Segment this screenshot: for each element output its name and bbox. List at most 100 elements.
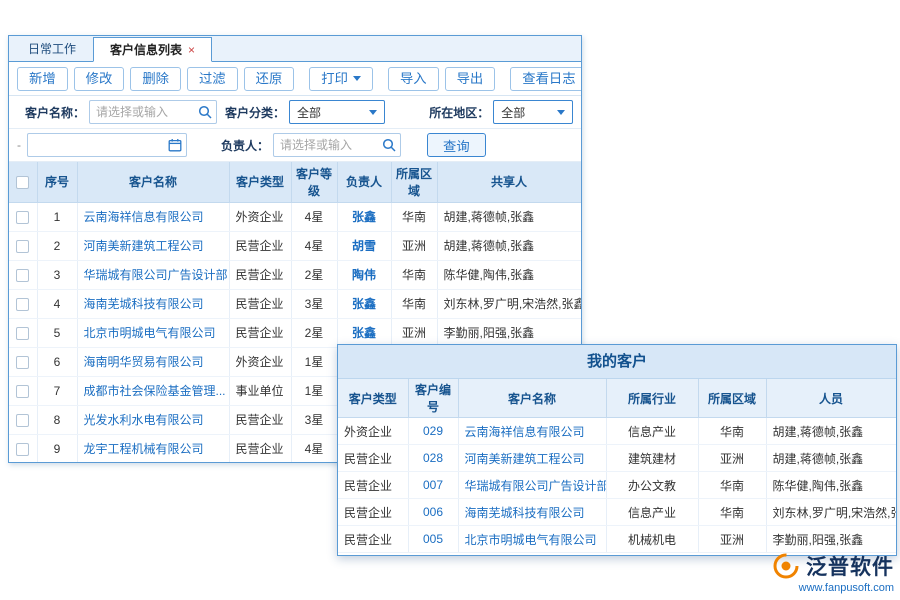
customer-name-link[interactable]: 云南海祥信息有限公司 bbox=[465, 425, 585, 439]
customer-name-link[interactable]: 龙宇工程机械有限公司 bbox=[84, 442, 204, 456]
filter-row-1: 客户名称： 客户分类： 全部 所在地区： 全部 bbox=[9, 96, 581, 129]
row-checkbox[interactable] bbox=[16, 240, 29, 253]
logo-website-link[interactable]: www.fanpusoft.com bbox=[799, 582, 894, 594]
search-icon[interactable] bbox=[198, 105, 212, 119]
customer-name-link[interactable]: 成都市社会保险基金管理... bbox=[84, 384, 226, 398]
print-button[interactable]: 打印 bbox=[309, 67, 373, 91]
restore-button[interactable]: 还原 bbox=[244, 67, 295, 91]
customer-name-link[interactable]: 北京市明城电气有限公司 bbox=[465, 533, 597, 547]
customer-name-link[interactable]: 华瑞城有限公司广告设计部 bbox=[84, 268, 228, 282]
cell-region: 华南 bbox=[698, 499, 766, 526]
modify-button[interactable]: 修改 bbox=[74, 67, 125, 91]
table-row[interactable]: 5 北京市明城电气有限公司 民营企业 2星 张鑫 亚洲 李勤丽,阳强,张鑫 bbox=[9, 318, 581, 347]
cell-shared: 胡建,蒋德帧,张鑫 bbox=[437, 202, 581, 231]
add-button[interactable]: 新增 bbox=[17, 67, 68, 91]
customer-name-link[interactable]: 云南海祥信息有限公司 bbox=[84, 210, 204, 224]
row-checkbox[interactable] bbox=[16, 414, 29, 427]
table-row[interactable]: 外资企业 029 云南海祥信息有限公司 信息产业 华南 胡建,蒋德帧,张鑫 bbox=[338, 418, 896, 445]
table-row[interactable]: 民营企业 005 北京市明城电气有限公司 机械机电 亚洲 李勤丽,阳强,张鑫 bbox=[338, 526, 896, 553]
table-row[interactable]: 民营企业 028 河南美新建筑工程公司 建筑建材 亚洲 胡建,蒋德帧,张鑫 bbox=[338, 445, 896, 472]
row-checkbox[interactable] bbox=[16, 327, 29, 340]
filter-button[interactable]: 过滤 bbox=[187, 67, 238, 91]
date-picker-box bbox=[27, 133, 187, 157]
print-button-label: 打印 bbox=[321, 71, 348, 86]
logo-company-name: 泛普软件 bbox=[806, 551, 894, 581]
table-row[interactable]: 3 华瑞城有限公司广告设计部 民营企业 2星 陶伟 华南 陈华健,陶伟,张鑫 bbox=[9, 260, 581, 289]
row-checkbox[interactable] bbox=[16, 356, 29, 369]
owner-link[interactable]: 张鑫 bbox=[352, 297, 376, 311]
row-checkbox[interactable] bbox=[16, 211, 29, 224]
col-header-name: 客户名称 bbox=[458, 379, 606, 418]
row-checkbox[interactable] bbox=[16, 443, 29, 456]
cell-people: 李勤丽,阳强,张鑫 bbox=[766, 526, 896, 553]
cell-no: 5 bbox=[37, 318, 77, 347]
customer-category-select[interactable]: 全部 bbox=[289, 100, 385, 124]
search-icon[interactable] bbox=[382, 138, 396, 152]
cell-level: 1星 bbox=[291, 376, 337, 405]
select-all-checkbox[interactable] bbox=[16, 176, 29, 189]
cell-region: 华南 bbox=[698, 472, 766, 499]
toolbar: 新增 修改 删除 过滤 还原 打印 导入 导出 查看日志 bbox=[9, 62, 581, 96]
filter-row-2: - 负责人： 查询 bbox=[9, 129, 581, 162]
customer-code-link[interactable]: 029 bbox=[423, 424, 443, 438]
customer-name-link[interactable]: 河南美新建筑工程公司 bbox=[465, 452, 585, 466]
customer-code-link[interactable]: 005 bbox=[423, 532, 443, 546]
col-header-region: 所属区域 bbox=[391, 162, 437, 202]
my-customers-table: 客户类型 客户编号 客户名称 所属行业 所属区域 人员 外资企业 029 云南海… bbox=[338, 379, 897, 553]
my-customers-panel: 我的客户 客户类型 客户编号 客户名称 所属行业 所属区域 人员 外资企业 02… bbox=[337, 344, 897, 556]
date-input[interactable] bbox=[27, 133, 187, 157]
cell-people: 胡建,蒋德帧,张鑫 bbox=[766, 445, 896, 472]
row-checkbox[interactable] bbox=[16, 385, 29, 398]
import-button[interactable]: 导入 bbox=[388, 67, 439, 91]
customer-name-link[interactable]: 海南明华贸易有限公司 bbox=[84, 355, 204, 369]
region-select[interactable]: 全部 bbox=[493, 100, 573, 124]
calendar-icon[interactable] bbox=[168, 138, 182, 152]
cell-level: 1星 bbox=[291, 347, 337, 376]
customer-name-link[interactable]: 华瑞城有限公司广告设计部 bbox=[465, 479, 607, 493]
customer-name-link[interactable]: 海南芜城科技有限公司 bbox=[84, 297, 204, 311]
tab-daily-work[interactable]: 日常工作 bbox=[11, 36, 93, 61]
cell-industry: 机械机电 bbox=[606, 526, 698, 553]
customer-name-link[interactable]: 海南芜城科技有限公司 bbox=[465, 506, 585, 520]
customer-name-link[interactable]: 光发水利水电有限公司 bbox=[84, 413, 204, 427]
table-row[interactable]: 4 海南芜城科技有限公司 民营企业 3星 张鑫 华南 刘东林,罗广明,宋浩然,张… bbox=[9, 289, 581, 318]
cell-level: 2星 bbox=[291, 260, 337, 289]
table-row[interactable]: 民营企业 007 华瑞城有限公司广告设计部 办公文教 华南 陈华健,陶伟,张鑫 bbox=[338, 472, 896, 499]
row-checkbox[interactable] bbox=[16, 298, 29, 311]
table-row[interactable]: 民营企业 006 海南芜城科技有限公司 信息产业 华南 刘东林,罗广明,宋浩然,… bbox=[338, 499, 896, 526]
table-row[interactable]: 1 云南海祥信息有限公司 外资企业 4星 张鑫 华南 胡建,蒋德帧,张鑫 bbox=[9, 202, 581, 231]
owner-link[interactable]: 陶伟 bbox=[352, 268, 376, 282]
owner-link[interactable]: 胡雪 bbox=[352, 239, 376, 253]
row-checkbox[interactable] bbox=[16, 269, 29, 282]
owner-label: 负责人： bbox=[221, 137, 269, 154]
customer-code-link[interactable]: 006 bbox=[423, 505, 443, 519]
cell-no: 3 bbox=[37, 260, 77, 289]
table-row[interactable]: 2 河南美新建筑工程公司 民营企业 4星 胡雪 亚洲 胡建,蒋德帧,张鑫 bbox=[9, 231, 581, 260]
cell-industry: 建筑建材 bbox=[606, 445, 698, 472]
cell-industry: 信息产业 bbox=[606, 499, 698, 526]
customer-name-link[interactable]: 北京市明城电气有限公司 bbox=[84, 326, 216, 340]
cell-no: 2 bbox=[37, 231, 77, 260]
owner-link[interactable]: 张鑫 bbox=[352, 326, 376, 340]
customer-name-search-box bbox=[89, 100, 217, 124]
cell-type: 民营企业 bbox=[338, 445, 408, 472]
cell-industry: 办公文教 bbox=[606, 472, 698, 499]
delete-button[interactable]: 删除 bbox=[130, 67, 181, 91]
query-button[interactable]: 查询 bbox=[427, 133, 486, 157]
cell-people: 胡建,蒋德帧,张鑫 bbox=[766, 418, 896, 445]
cell-type: 民营企业 bbox=[229, 260, 291, 289]
tab-customer-list[interactable]: 客户信息列表× bbox=[93, 37, 212, 62]
customer-name-link[interactable]: 河南美新建筑工程公司 bbox=[84, 239, 204, 253]
tab-close-icon[interactable]: × bbox=[188, 43, 195, 57]
export-button[interactable]: 导出 bbox=[445, 67, 496, 91]
customer-code-link[interactable]: 007 bbox=[423, 478, 443, 492]
cell-region: 亚洲 bbox=[698, 526, 766, 553]
view-log-button[interactable]: 查看日志 bbox=[510, 67, 582, 91]
owner-link[interactable]: 张鑫 bbox=[352, 210, 376, 224]
cell-region: 华南 bbox=[698, 418, 766, 445]
my-customers-title: 我的客户 bbox=[338, 345, 896, 379]
cell-type: 民营企业 bbox=[229, 434, 291, 463]
cell-no: 4 bbox=[37, 289, 77, 318]
customer-code-link[interactable]: 028 bbox=[423, 451, 443, 465]
cell-type: 外资企业 bbox=[338, 418, 408, 445]
